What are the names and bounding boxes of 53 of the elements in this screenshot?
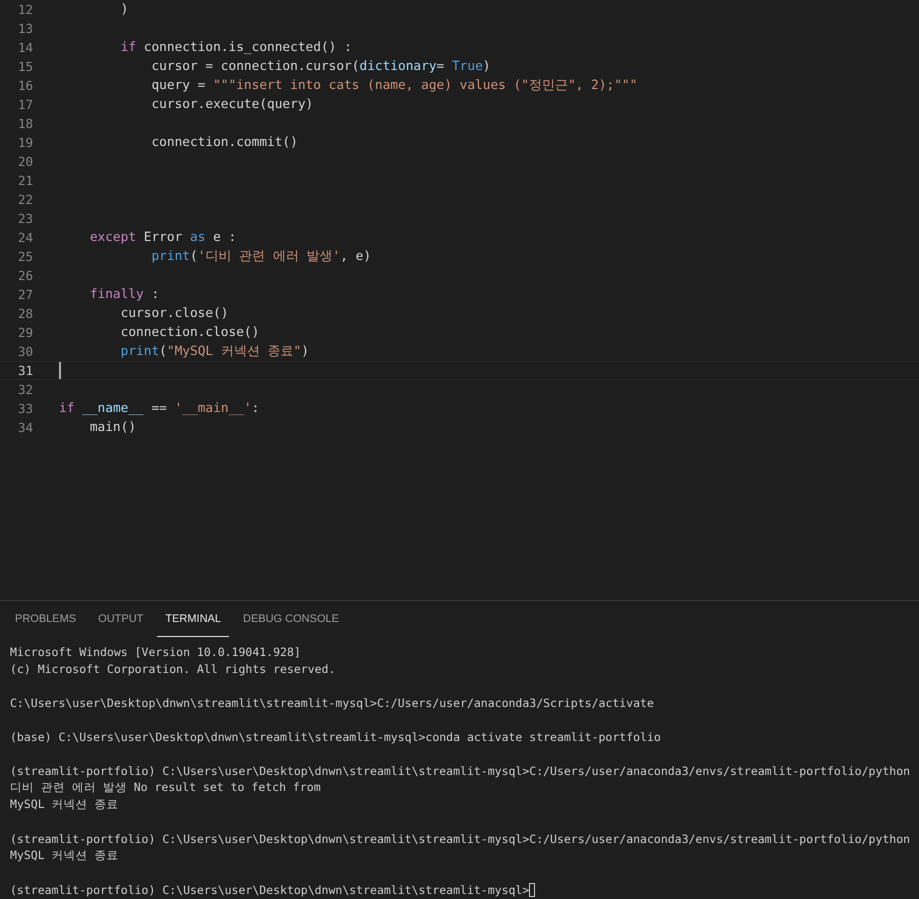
text-cursor [59, 362, 61, 379]
code-line: cursor.execute(query) [150, 97, 314, 112]
terminal-line: 디비 관련 에러 발생 No result set to fetch from [10, 780, 321, 795]
terminal-line: MySQL 커넥션 종료 [10, 848, 118, 863]
line-number: 16 [16, 78, 33, 93]
line-number: 30 [16, 344, 33, 359]
panel-tab[interactable]: TERMINAL [157, 601, 229, 637]
code-line: if connection.is_connected() : [120, 40, 352, 55]
panel-tab[interactable]: DEBUG CONSOLE [235, 601, 347, 637]
code-line: except Error as e : [88, 230, 236, 245]
line-number: 14 [16, 40, 33, 55]
line-number: 20 [16, 154, 33, 169]
line-number: 34 [16, 420, 33, 435]
code-line: print('디비 관련 에러 발생', e) [150, 248, 372, 265]
terminal-line: (base) C:\Users\user\Desktop\dnwn\streamlit\streamlit-mysql>conda activate streamlit-portfolio [10, 730, 661, 744]
code-line: cursor = connection.cursor(dictionary= True) [150, 59, 490, 74]
code-line: ) [120, 2, 128, 17]
panel-tab[interactable]: PROBLEMS [7, 601, 84, 637]
line-number: 25 [16, 249, 33, 264]
terminal-line: (streamlit-portfolio) C:\Users\user\Desktop\dnwn\streamlit\streamlit-mysql>C:/Users/user/anaconda3/envs/streamlit-portfolio/python [10, 764, 910, 778]
line-number: 29 [16, 325, 33, 340]
code-line: cursor.close() [120, 306, 228, 321]
code-line: main() [88, 420, 136, 435]
code-line: connection.close() [120, 325, 260, 340]
code-line: connection.commit() [150, 135, 298, 150]
terminal-cursor [529, 882, 536, 896]
terminal-line: C:\Users\user\Desktop\dnwn\streamlit\streamlit-mysql>C:/Users/user/anaconda3/Scripts/activate [10, 696, 654, 710]
line-number: 27 [16, 287, 33, 302]
terminal-line: Microsoft Windows [Version 10.0.19041.928] [10, 644, 301, 658]
line-number: 24 [16, 230, 33, 245]
code-line: if __name__ == '__main__': [59, 401, 260, 416]
code-line: print("MySQL 커넥션 종료") [120, 343, 309, 360]
terminal-line: (c) Microsoft Corporation. All rights reserved. [10, 662, 336, 676]
code-line: query = """insert into cats (name, age) values ("정민근", 2);""" [150, 77, 638, 94]
line-number: 21 [16, 173, 33, 188]
panel-tab[interactable]: OUTPUT [90, 601, 152, 637]
line-number: 32 [16, 382, 33, 397]
terminal-line: (streamlit-portfolio) C:\Users\user\Desktop\dnwn\streamlit\streamlit-mysql> [10, 882, 530, 896]
line-number: 33 [16, 401, 33, 416]
line-number: 17 [16, 97, 33, 112]
line-number: 28 [16, 306, 33, 321]
line-number: 31 [16, 363, 33, 378]
code-line: finally : [88, 287, 160, 302]
line-number: 26 [16, 268, 33, 283]
line-number: 23 [16, 211, 33, 226]
line-number: 13 [16, 21, 33, 36]
line-number: 15 [16, 59, 33, 74]
terminal-line: MySQL 커넥션 종료 [10, 797, 118, 812]
terminal-line: (streamlit-portfolio) C:\Users\user\Desktop\dnwn\streamlit\streamlit-mysql>C:/Users/user/anaconda3/envs/streamlit-portfolio/python [10, 832, 910, 846]
line-number: 18 [16, 116, 33, 131]
line-number: 22 [16, 192, 33, 207]
line-number: 12 [16, 2, 33, 17]
line-number: 19 [16, 135, 33, 150]
